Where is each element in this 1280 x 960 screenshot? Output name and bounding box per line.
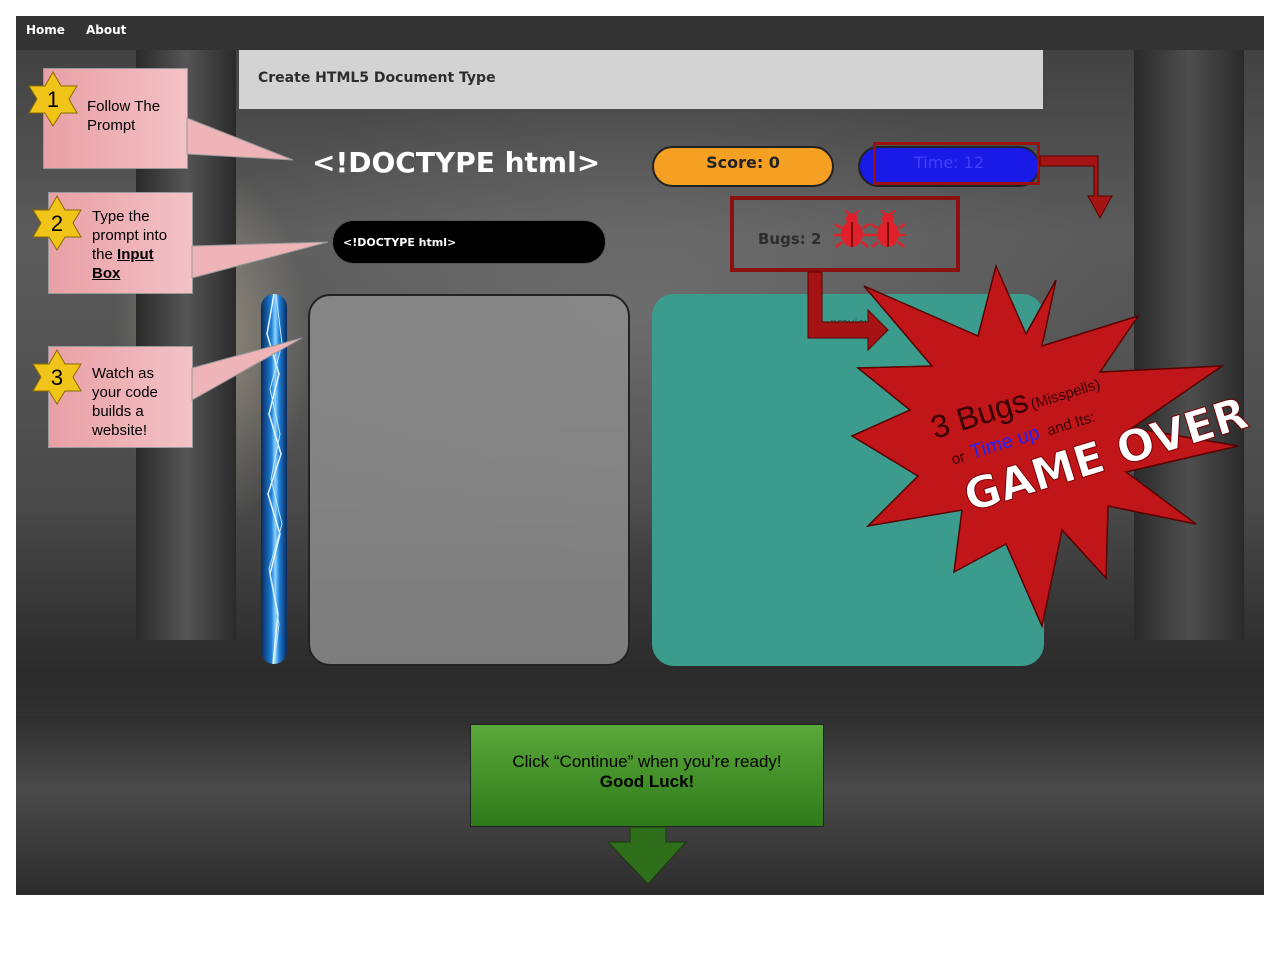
target-code: <!DOCTYPE html> xyxy=(312,146,601,179)
callout-watch-code: Watch as your code builds a website! xyxy=(48,346,193,448)
game-stage: Home About Create HTML5 Document Type <!… xyxy=(16,16,1264,895)
bug-icon xyxy=(870,210,906,248)
right-pillar xyxy=(1134,50,1244,640)
continue-text: Click “Continue” when you’re ready! xyxy=(512,752,782,771)
nav-about-link[interactable]: About xyxy=(86,23,126,37)
navbar: Home About xyxy=(16,16,1264,50)
website-preview-panel: preview xyxy=(652,294,1044,666)
timer-highlight xyxy=(873,142,1040,185)
bugs-count: Bugs: 2 xyxy=(758,230,822,248)
timer-arrow xyxy=(1039,155,1113,220)
callout-text: Type the prompt into the Input Box xyxy=(92,207,172,283)
continue-instruction: Click “Continue” when you’re ready! Good… xyxy=(470,724,824,827)
energy-bar xyxy=(261,294,287,664)
lightning-graphic xyxy=(266,294,283,664)
prompt-bar: Create HTML5 Document Type xyxy=(239,50,1043,109)
score-display: Score: 0 xyxy=(652,146,834,187)
callout-text: Follow The Prompt xyxy=(87,98,161,134)
game-over-and-text: and Its: xyxy=(1045,409,1097,440)
callout-follow-prompt: Follow The Prompt xyxy=(43,68,188,169)
callout-text: Watch as your code builds a website! xyxy=(92,365,158,439)
good-luck-text: Good Luck! xyxy=(599,772,695,791)
preview-label: preview xyxy=(830,316,874,329)
callout-type-prompt: Type the prompt into the Input Box xyxy=(48,192,193,294)
bugs-highlight: Bugs: 2 xyxy=(730,196,960,272)
code-editor-panel[interactable] xyxy=(308,294,630,666)
nav-home-link[interactable]: Home xyxy=(26,23,65,37)
bug-icon xyxy=(834,210,870,248)
prompt-instruction: Create HTML5 Document Type xyxy=(258,70,496,86)
code-input-box[interactable] xyxy=(332,220,606,264)
